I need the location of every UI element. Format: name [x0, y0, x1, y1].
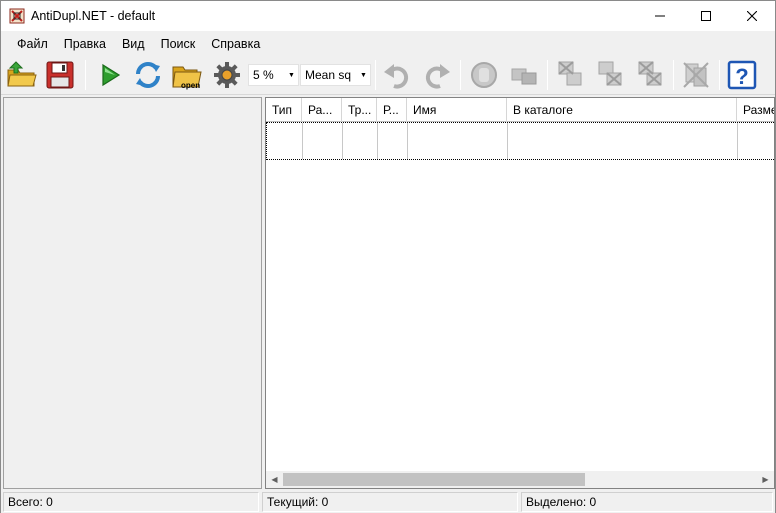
- column-header-type[interactable]: Тип: [266, 98, 302, 122]
- close-button[interactable]: [729, 1, 775, 31]
- status-selected: Выделено: 0: [521, 492, 773, 512]
- play-icon: [102, 63, 121, 87]
- close-icon: [747, 11, 757, 21]
- table-row[interactable]: [266, 122, 774, 160]
- table-cell: [303, 123, 343, 159]
- menu-search[interactable]: Поиск: [153, 35, 204, 53]
- table-cell: [378, 123, 408, 159]
- open-icon-text: open: [181, 81, 200, 90]
- window-title: AntiDupl.NET - default: [31, 9, 156, 23]
- status-total: Всего: 0: [3, 492, 259, 512]
- toolbar-separator: [673, 60, 674, 90]
- open-folder-button[interactable]: open: [169, 58, 205, 92]
- undo-icon: [384, 64, 409, 89]
- grid-header: Тип Ра... Тр... Р... Имя В каталоге Разм…: [266, 98, 774, 122]
- table-cell: [343, 123, 378, 159]
- scroll-track[interactable]: [283, 471, 757, 488]
- delete-first-button[interactable]: [552, 58, 588, 92]
- status-current: Текущий: 0: [262, 492, 518, 512]
- column-header-name[interactable]: Имя: [407, 98, 507, 122]
- mistake-icon: [683, 62, 709, 88]
- toolbar-separator: [460, 60, 461, 90]
- minimize-icon: [655, 15, 665, 17]
- refresh-icon: [136, 62, 160, 88]
- results-grid[interactable]: Тип Ра... Тр... Р... Имя В каталоге Разм…: [265, 97, 775, 489]
- scroll-right-icon[interactable]: ▶: [757, 471, 774, 488]
- menu-edit[interactable]: Правка: [56, 35, 114, 53]
- toolbar-separator: [719, 60, 720, 90]
- status-bar: Всего: 0 Текущий: 0 Выделено: 0: [1, 491, 775, 513]
- delete-second-button[interactable]: [592, 58, 628, 92]
- scroll-thumb[interactable]: [283, 473, 585, 486]
- hint-button[interactable]: [506, 58, 542, 92]
- preview-panel: [3, 97, 262, 489]
- delete-both-icon: [638, 61, 662, 86]
- delete-first-icon: [558, 61, 582, 86]
- start-search-button[interactable]: [91, 58, 127, 92]
- column-header-directory[interactable]: В каталоге: [507, 98, 737, 122]
- chevron-down-icon: ▼: [360, 71, 367, 79]
- redo-button[interactable]: [419, 58, 455, 92]
- toolbar-separator: [547, 60, 548, 90]
- chevron-down-icon: ▼: [288, 71, 295, 79]
- save-results-button[interactable]: [42, 58, 78, 92]
- app-icon: [9, 8, 25, 24]
- menu-view[interactable]: Вид: [114, 35, 153, 53]
- menu-file[interactable]: Файл: [9, 35, 56, 53]
- table-cell: [408, 123, 508, 159]
- stop-button[interactable]: [466, 58, 502, 92]
- scroll-left-icon[interactable]: ◀: [266, 471, 283, 488]
- help-icon: ?: [727, 60, 757, 90]
- toolbar-separator: [85, 60, 86, 90]
- table-cell: [508, 123, 738, 159]
- save-icon: [46, 61, 74, 89]
- threshold-value: 5 %: [253, 68, 274, 82]
- table-cell: [738, 123, 774, 159]
- horizontal-scrollbar[interactable]: ◀ ▶: [266, 471, 774, 488]
- hint-icon: [511, 68, 537, 85]
- minimize-button[interactable]: [637, 1, 683, 31]
- stop-icon: [471, 62, 497, 88]
- redo-icon: [425, 64, 450, 89]
- settings-gear-icon: [214, 62, 240, 88]
- toolbar: open 5 % ▼ Mean sq ▼ ?: [1, 55, 775, 95]
- column-header-size[interactable]: Разме: [737, 98, 774, 122]
- undo-button[interactable]: [379, 58, 415, 92]
- menu-help[interactable]: Справка: [203, 35, 268, 53]
- title-bar: AntiDupl.NET - default: [1, 1, 775, 31]
- column-header-group[interactable]: Р...: [377, 98, 407, 122]
- help-icon-text: ?: [735, 64, 748, 89]
- load-results-button[interactable]: [4, 58, 40, 92]
- load-icon: [7, 61, 37, 87]
- refresh-results-button[interactable]: [130, 58, 166, 92]
- delete-both-button[interactable]: [632, 58, 668, 92]
- column-header-transform[interactable]: Тр...: [342, 98, 377, 122]
- delete-second-icon: [598, 61, 622, 86]
- toolbar-separator: [375, 60, 376, 90]
- open-folder-icon: open: [172, 66, 202, 90]
- help-button[interactable]: ?: [724, 58, 760, 92]
- maximize-button[interactable]: [683, 1, 729, 31]
- column-header-difference[interactable]: Ра...: [302, 98, 342, 122]
- algorithm-value: Mean sq: [305, 68, 352, 82]
- compare-algorithm-select[interactable]: Mean sq ▼: [300, 64, 371, 86]
- menu-bar: Файл Правка Вид Поиск Справка: [1, 33, 775, 54]
- main-window: AntiDupl.NET - default Файл Правка Вид П…: [0, 0, 776, 513]
- threshold-select[interactable]: 5 % ▼: [248, 64, 299, 86]
- mistake-button[interactable]: [678, 58, 714, 92]
- options-button[interactable]: [209, 58, 245, 92]
- maximize-icon: [701, 11, 711, 21]
- table-cell: [267, 123, 303, 159]
